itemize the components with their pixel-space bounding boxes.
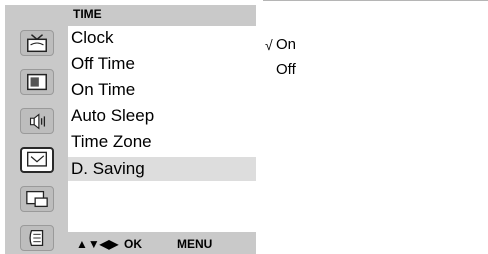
menu-footer: ▲▼◀▶ OK MENU	[68, 236, 256, 254]
option-on[interactable]: On	[276, 36, 296, 53]
option-off[interactable]: Off	[276, 61, 296, 78]
audio-icon[interactable]	[20, 108, 54, 134]
pip-icon[interactable]	[20, 186, 54, 212]
tv-antenna-icon[interactable]	[20, 30, 54, 56]
menu-title: TIME	[73, 7, 102, 21]
setup-icon[interactable]	[20, 225, 54, 251]
picture-icon[interactable]	[20, 69, 54, 95]
options-divider	[263, 0, 488, 1]
check-mark-icon: √	[265, 37, 273, 53]
menu-hint: MENU	[177, 237, 213, 251]
menu-item-on-time[interactable]: On Time	[68, 78, 256, 102]
navigation-arrows-icon: ▲▼◀▶	[76, 237, 119, 251]
clock-icon[interactable]	[20, 147, 54, 173]
menu-item-off-time[interactable]: Off Time	[68, 52, 256, 76]
ok-hint: OK	[124, 237, 142, 251]
osd-panel: TIME Clock Off Time On Time Auto Sleep T…	[5, 5, 256, 254]
menu-item-clock[interactable]: Clock	[68, 26, 256, 50]
menu-item-d-saving[interactable]: D. Saving	[68, 157, 256, 181]
menu-item-auto-sleep[interactable]: Auto Sleep	[68, 104, 256, 128]
time-menu-list: Clock Off Time On Time Auto Sleep Time Z…	[68, 26, 256, 232]
menu-item-time-zone[interactable]: Time Zone	[68, 130, 256, 154]
